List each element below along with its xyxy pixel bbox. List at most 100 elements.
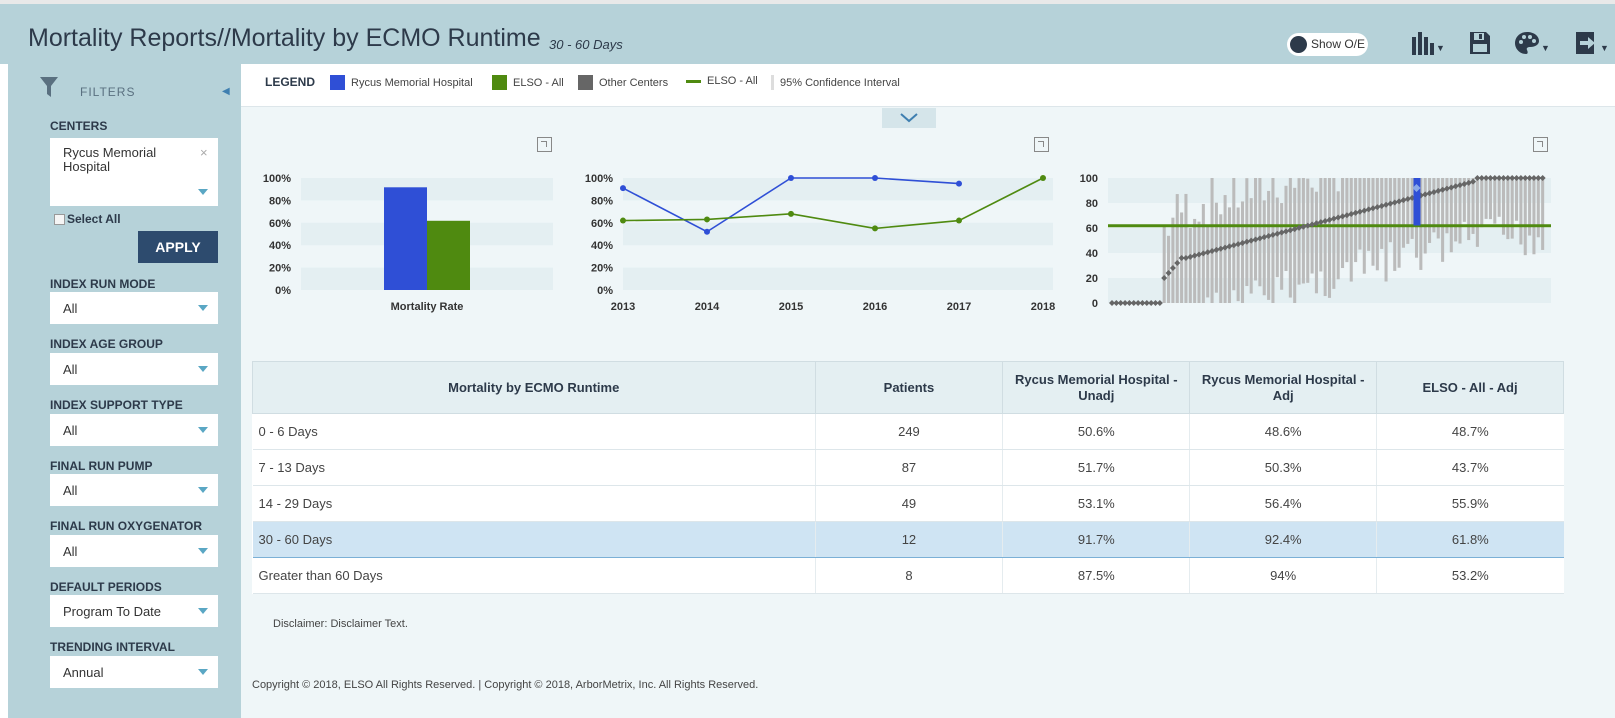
table-row[interactable]: Greater than 60 Days 8 87.5% 94% 53.2% xyxy=(252,557,1564,594)
legend-label: ELSO - All xyxy=(707,75,758,87)
confidence-interval-bar xyxy=(1171,217,1175,303)
toggle-label: Show O/E xyxy=(1311,37,1366,51)
confidence-interval-bar xyxy=(1536,178,1540,238)
apply-button[interactable]: APPLY xyxy=(138,231,218,263)
bar-elso xyxy=(427,220,470,290)
cell-adj: 92.4% xyxy=(1189,521,1377,558)
column-header[interactable]: Rycus Memorial Hospital - Adj xyxy=(1189,361,1378,414)
confidence-interval-bar xyxy=(1184,193,1188,303)
page-subtitle: 30 - 60 Days xyxy=(549,37,623,52)
show-oe-toggle[interactable]: Show O/E xyxy=(1287,33,1368,56)
trending-interval-select[interactable]: Annual xyxy=(50,656,218,688)
chevron-down-icon: ▼ xyxy=(1436,43,1445,53)
save-button[interactable] xyxy=(1469,28,1491,58)
confidence-interval-bar xyxy=(1375,178,1379,271)
data-point xyxy=(872,175,878,181)
cell-adj: 94% xyxy=(1189,557,1377,594)
cell-adj: 48.6% xyxy=(1189,413,1377,450)
chart-type-button[interactable]: ▼ xyxy=(1411,28,1445,58)
y-tick-label: 60 xyxy=(1086,223,1098,235)
filters-title: FILTERS xyxy=(80,85,136,99)
select-value: Program To Date xyxy=(63,604,162,619)
confidence-interval-bar xyxy=(1197,221,1201,303)
confidence-interval-bar xyxy=(1210,178,1214,303)
select-value: All xyxy=(63,301,78,316)
center-point xyxy=(1187,253,1194,260)
centers-label: CENTERS xyxy=(50,119,108,133)
confidence-interval-bar xyxy=(1349,178,1353,282)
confidence-interval-bar xyxy=(1541,178,1545,250)
confidence-interval-bar xyxy=(1284,185,1288,271)
cell-unadj: 87.5% xyxy=(1002,557,1190,594)
confidence-interval-bar xyxy=(1275,197,1279,278)
remove-center-icon[interactable]: × xyxy=(200,145,208,160)
center-point xyxy=(1343,212,1350,219)
export-button[interactable]: ▼ xyxy=(1575,28,1609,58)
filter-label-trending-interval: TRENDING INTERVAL xyxy=(50,640,175,654)
filter-label-final-run-oxygenator: FINAL RUN OXYGENATOR xyxy=(50,519,203,533)
theme-button[interactable]: ▼ xyxy=(1514,28,1550,58)
cell-runtime: 7 - 13 Days xyxy=(252,449,816,486)
column-header[interactable]: ELSO - All - Adj xyxy=(1376,361,1564,414)
center-point xyxy=(1365,206,1372,213)
cell-elso-adj: 48.7% xyxy=(1376,413,1564,450)
table-row[interactable]: 7 - 13 Days 87 51.7% 50.3% 43.7% xyxy=(252,449,1564,486)
y-tick-label: 20 xyxy=(1086,273,1098,285)
x-tick-label: 2014 xyxy=(695,301,720,313)
confidence-interval-bar xyxy=(1523,178,1527,256)
table-row-selected[interactable]: 30 - 60 Days 12 91.7% 92.4% 61.8% xyxy=(252,521,1564,558)
confidence-interval-bar xyxy=(1240,201,1245,303)
data-point xyxy=(788,210,794,217)
legend-item-elso-line: ELSO - All xyxy=(686,75,758,87)
index-support-type-select[interactable]: All xyxy=(50,414,218,446)
legend-title: LEGEND xyxy=(265,75,316,89)
legend-bar: LEGEND Rycus Memorial Hospital ELSO - Al… xyxy=(241,64,1615,107)
palette-icon xyxy=(1515,32,1539,54)
legend-label: Rycus Memorial Hospital xyxy=(351,76,473,89)
data-point xyxy=(704,228,710,235)
chevron-down-icon xyxy=(198,305,208,311)
index-age-group-select[interactable]: All xyxy=(50,353,218,385)
header-bar: Mortality Reports//Mortality by ECMO Run… xyxy=(0,0,1615,64)
legend-label: 95% Confidence Interval xyxy=(780,76,900,89)
bar-rycus xyxy=(384,187,427,290)
center-point xyxy=(1356,208,1363,215)
center-point xyxy=(1335,214,1342,221)
y-tick-label: 100 xyxy=(1080,173,1098,185)
table-row[interactable]: 0 - 6 Days 249 50.6% 48.6% 48.7% xyxy=(252,413,1564,450)
confidence-interval-bar xyxy=(1271,178,1275,303)
confidence-interval-bar xyxy=(1406,178,1410,244)
app-window: Mortality Reports//Mortality by ECMO Run… xyxy=(0,0,1615,718)
final-run-pump-select[interactable]: All xyxy=(50,474,218,506)
cell-runtime: 14 - 29 Days xyxy=(252,485,816,522)
table-row[interactable]: 14 - 29 Days 49 53.1% 56.4% 55.9% xyxy=(252,485,1564,522)
select-all-checkbox[interactable]: Select All xyxy=(54,212,121,226)
center-point xyxy=(1322,217,1329,224)
x-tick-label: 2016 xyxy=(863,301,887,313)
confidence-interval-bar xyxy=(1206,224,1210,298)
confidence-interval-bar xyxy=(1367,178,1371,251)
y-tick-label: 0% xyxy=(275,285,291,297)
confidence-interval-bar xyxy=(1310,187,1314,274)
collapse-sidebar-icon[interactable]: ◀ xyxy=(222,86,230,97)
checkbox-box[interactable] xyxy=(54,213,65,225)
column-header[interactable]: Rycus Memorial Hospital - Unadj xyxy=(1002,361,1191,414)
center-point xyxy=(1304,222,1311,229)
final-run-oxygenator-select[interactable]: All xyxy=(50,535,218,567)
x-tick-label: 2013 xyxy=(611,301,635,313)
confidence-interval-bar xyxy=(1336,191,1340,280)
center-comparison-chart: 0 20 40 60 80 100 xyxy=(1080,173,1551,310)
column-header[interactable]: Patients xyxy=(814,361,1004,414)
center-point xyxy=(1182,255,1189,261)
confidence-interval-bar xyxy=(1249,198,1253,294)
confidence-interval-bar xyxy=(1227,207,1231,303)
cell-adj: 56.4% xyxy=(1189,485,1377,522)
index-run-mode-select[interactable]: All xyxy=(50,292,218,324)
y-tick-label: 40% xyxy=(591,240,613,252)
default-periods-select[interactable]: Program To Date xyxy=(50,595,218,627)
column-header[interactable]: Mortality by ECMO Runtime xyxy=(252,361,816,414)
center-point xyxy=(1191,252,1198,259)
confidence-interval-bar xyxy=(1480,178,1484,228)
centers-multiselect[interactable]: Rycus Memorial Hospital × xyxy=(50,138,218,206)
filters-sidebar: FILTERS ◀ CENTERS Rycus Memorial Hospita… xyxy=(8,64,241,718)
